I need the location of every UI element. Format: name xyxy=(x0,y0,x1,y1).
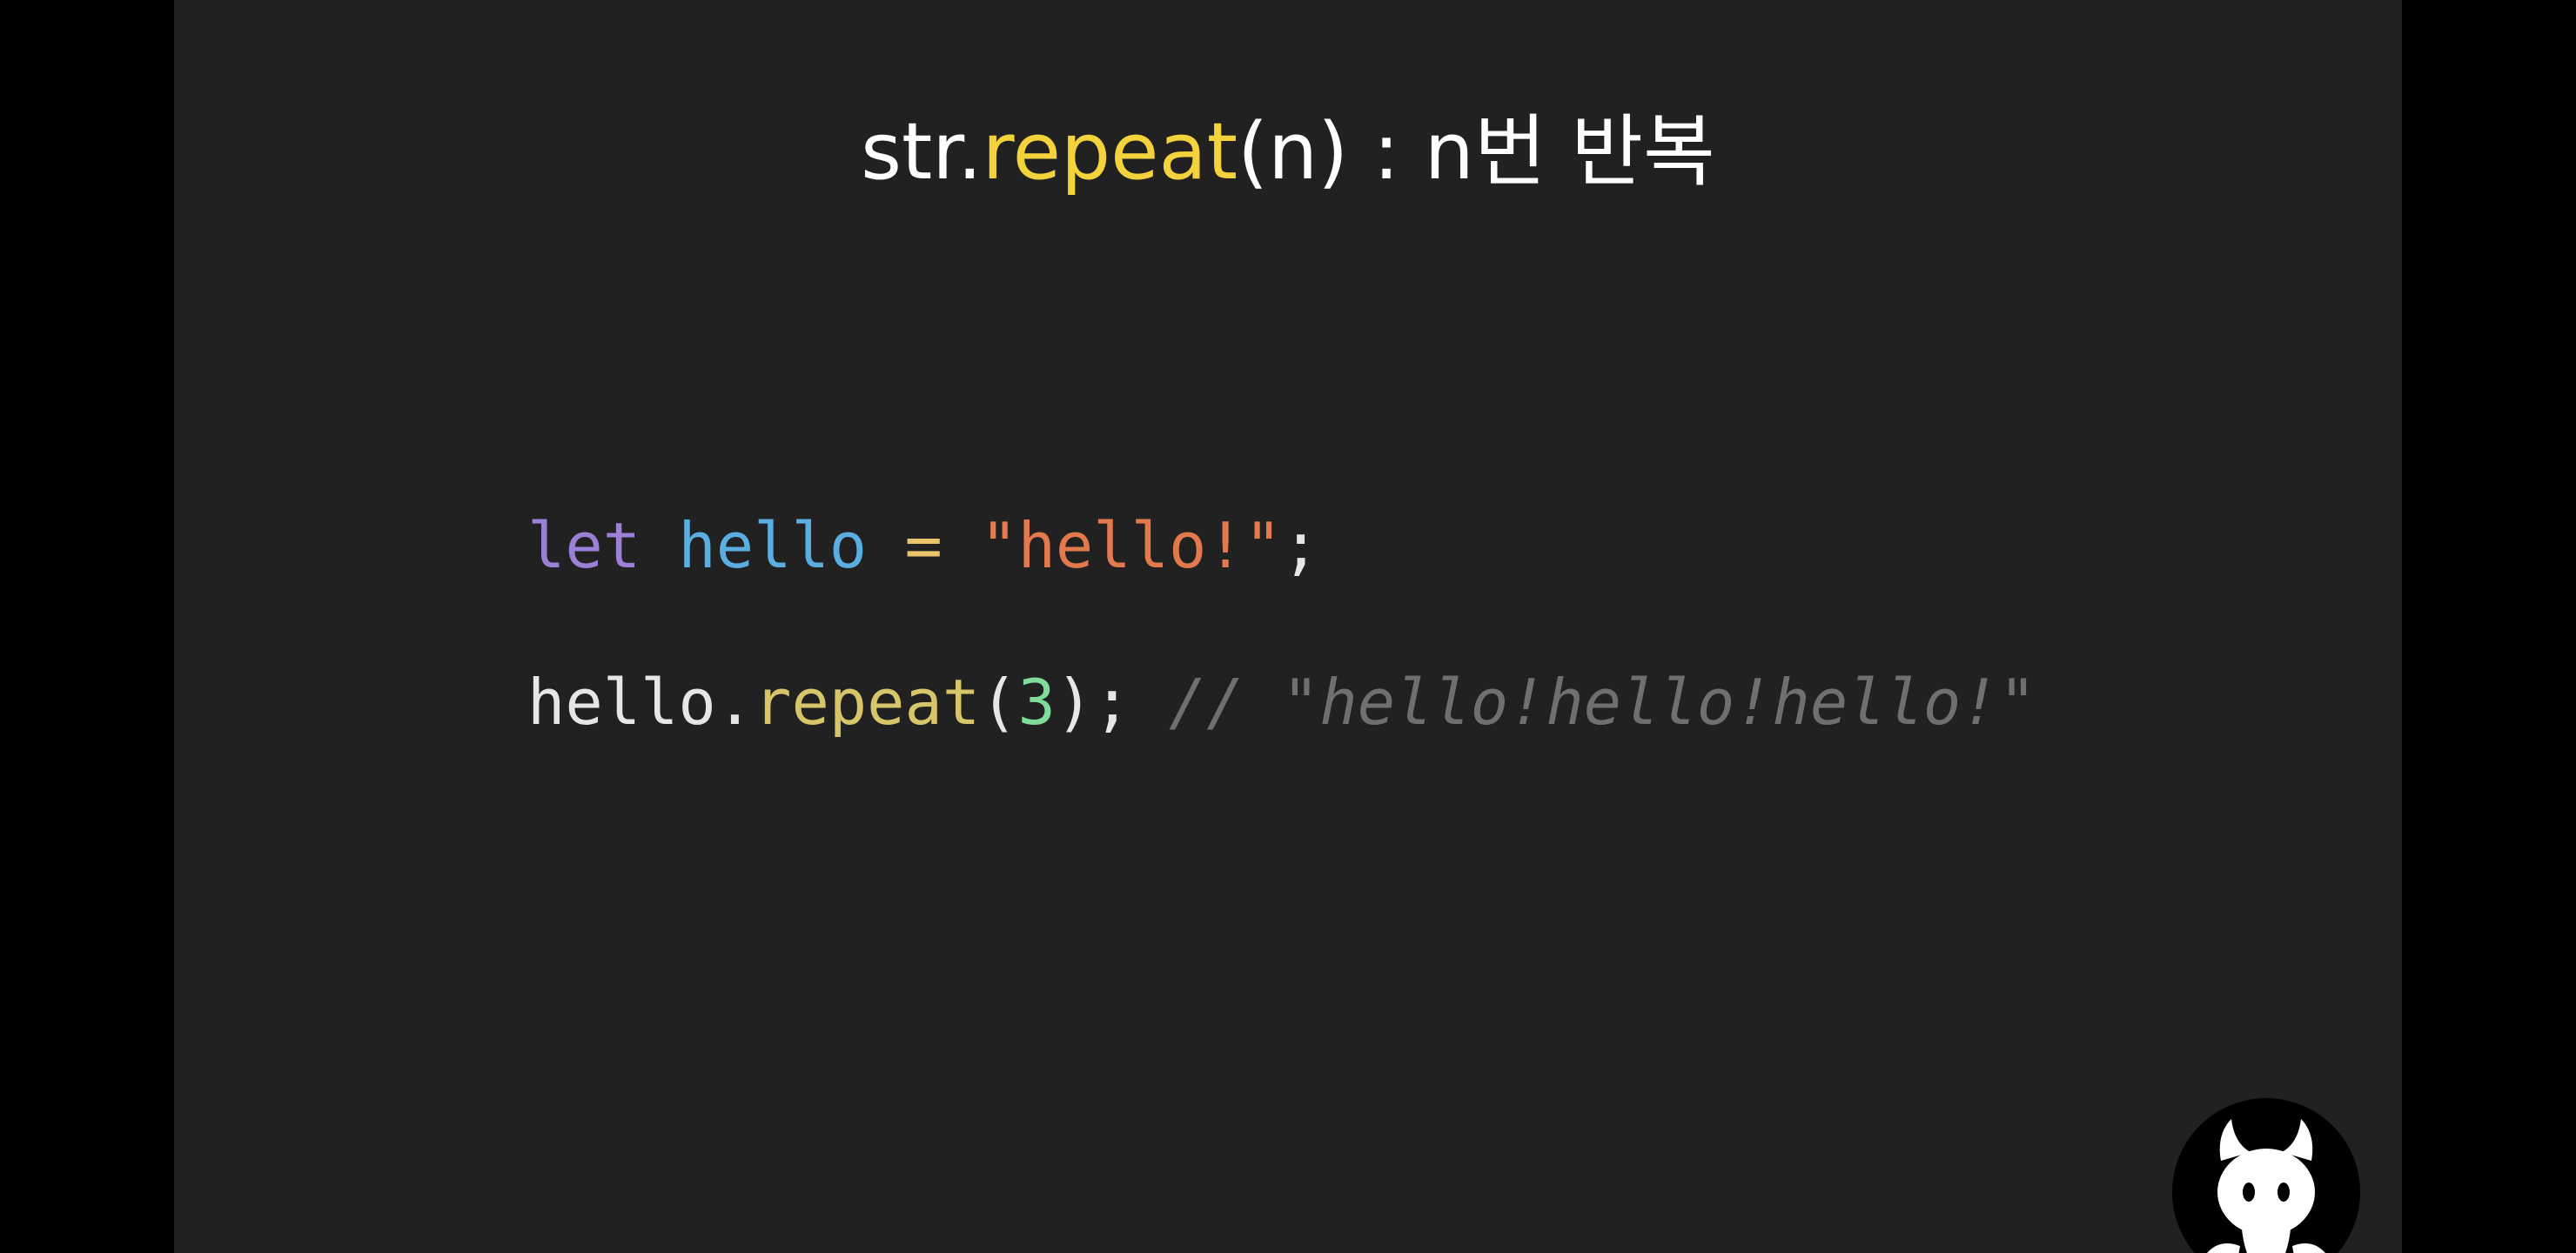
slide-title: str.repeat(n) : n번 반복 xyxy=(174,87,2402,218)
repeat-count: 3 xyxy=(1017,666,1056,739)
slide: str.repeat(n) : n번 반복 let hello = "hello… xyxy=(174,0,2402,1253)
devil-cat-icon xyxy=(2172,1098,2360,1253)
close-paren-semicolon: ); xyxy=(1055,666,1131,739)
code-line-repeat-call: hello.repeat(3); // "hello!hello!hello!" xyxy=(527,654,2036,750)
variable-name: hello xyxy=(678,509,868,582)
string-literal: "hello!" xyxy=(980,509,1283,582)
method-name: repeat xyxy=(754,666,981,739)
assign-operator: = xyxy=(904,509,943,582)
code-line-declaration: let hello = "hello!"; xyxy=(527,498,1319,593)
devil-cat-icon-graphic xyxy=(2207,1119,2325,1253)
title-prefix: str. xyxy=(861,106,983,198)
result-comment: // "hello!hello!hello!" xyxy=(1168,666,2036,739)
open-paren: ( xyxy=(980,666,1018,739)
semicolon: ; xyxy=(1282,509,1320,582)
title-suffix: (n) : n번 반복 xyxy=(1238,106,1715,198)
let-keyword: let xyxy=(527,509,641,582)
object-ref: hello. xyxy=(527,666,755,739)
title-method: repeat xyxy=(982,106,1238,198)
